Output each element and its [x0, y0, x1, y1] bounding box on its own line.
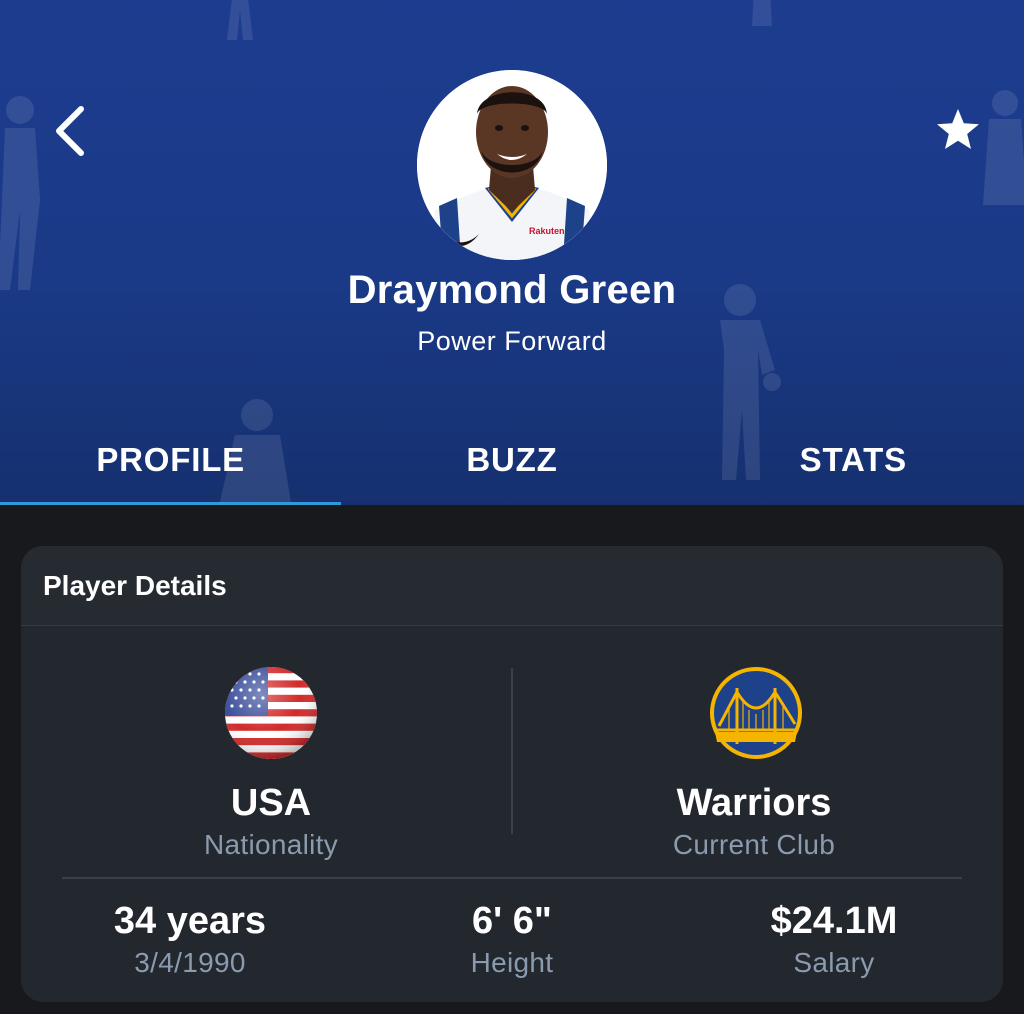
tab-buzz-label: BUZZ	[466, 441, 558, 478]
back-button[interactable]	[40, 96, 100, 166]
warriors-logo-icon	[709, 666, 803, 760]
active-tab-indicator	[0, 502, 341, 505]
tab-stats-label: STATS	[799, 441, 907, 478]
tab-buzz[interactable]: BUZZ	[341, 415, 682, 505]
salary-value: $24.1M	[770, 900, 898, 942]
tab-stats[interactable]: STATS	[683, 415, 1024, 505]
svg-text:Rakuten: Rakuten	[529, 226, 565, 236]
player-avatar: Rakuten	[417, 70, 607, 260]
tab-profile[interactable]: PROFILE	[0, 415, 341, 505]
birthdate-label: 3/4/1990	[134, 947, 246, 978]
height-label: Height	[470, 947, 554, 978]
silhouette-bg-icon	[752, 0, 772, 26]
player-position: Power Forward	[417, 326, 607, 356]
age-block: 34 years 3/4/1990	[60, 900, 320, 979]
vertical-divider	[511, 668, 513, 834]
silhouette-bg-icon	[227, 0, 253, 40]
club-label: Current Club	[672, 829, 836, 860]
star-icon	[937, 109, 979, 149]
height-value: 6' 6"	[472, 900, 552, 942]
tab-profile-label: PROFILE	[96, 441, 245, 478]
favorite-button[interactable]	[928, 100, 988, 160]
player-header: Rakuten Draymond Green Power Forward PRO…	[0, 0, 1024, 505]
chevron-left-icon	[56, 106, 84, 156]
horizontal-divider	[62, 877, 962, 879]
tab-bar: PROFILE BUZZ STATS	[0, 415, 1024, 505]
usa-flag-icon	[224, 666, 318, 760]
club-block: Warriors Current Club	[604, 782, 904, 861]
age-value: 34 years	[113, 900, 267, 942]
salary-block: $24.1M Salary	[704, 900, 964, 979]
height-block: 6' 6" Height	[382, 900, 642, 979]
player-photo: Rakuten	[417, 70, 607, 260]
card-title: Player Details	[21, 546, 1003, 626]
player-details-card: Player Details USA Nationality Warriors …	[21, 546, 1003, 1002]
nationality-block: USA Nationality	[121, 782, 421, 861]
salary-label: Salary	[793, 947, 875, 978]
club-value: Warriors	[676, 782, 832, 824]
player-name: Draymond Green	[347, 268, 677, 312]
nationality-label: Nationality	[203, 829, 339, 860]
nationality-value: USA	[230, 782, 312, 824]
